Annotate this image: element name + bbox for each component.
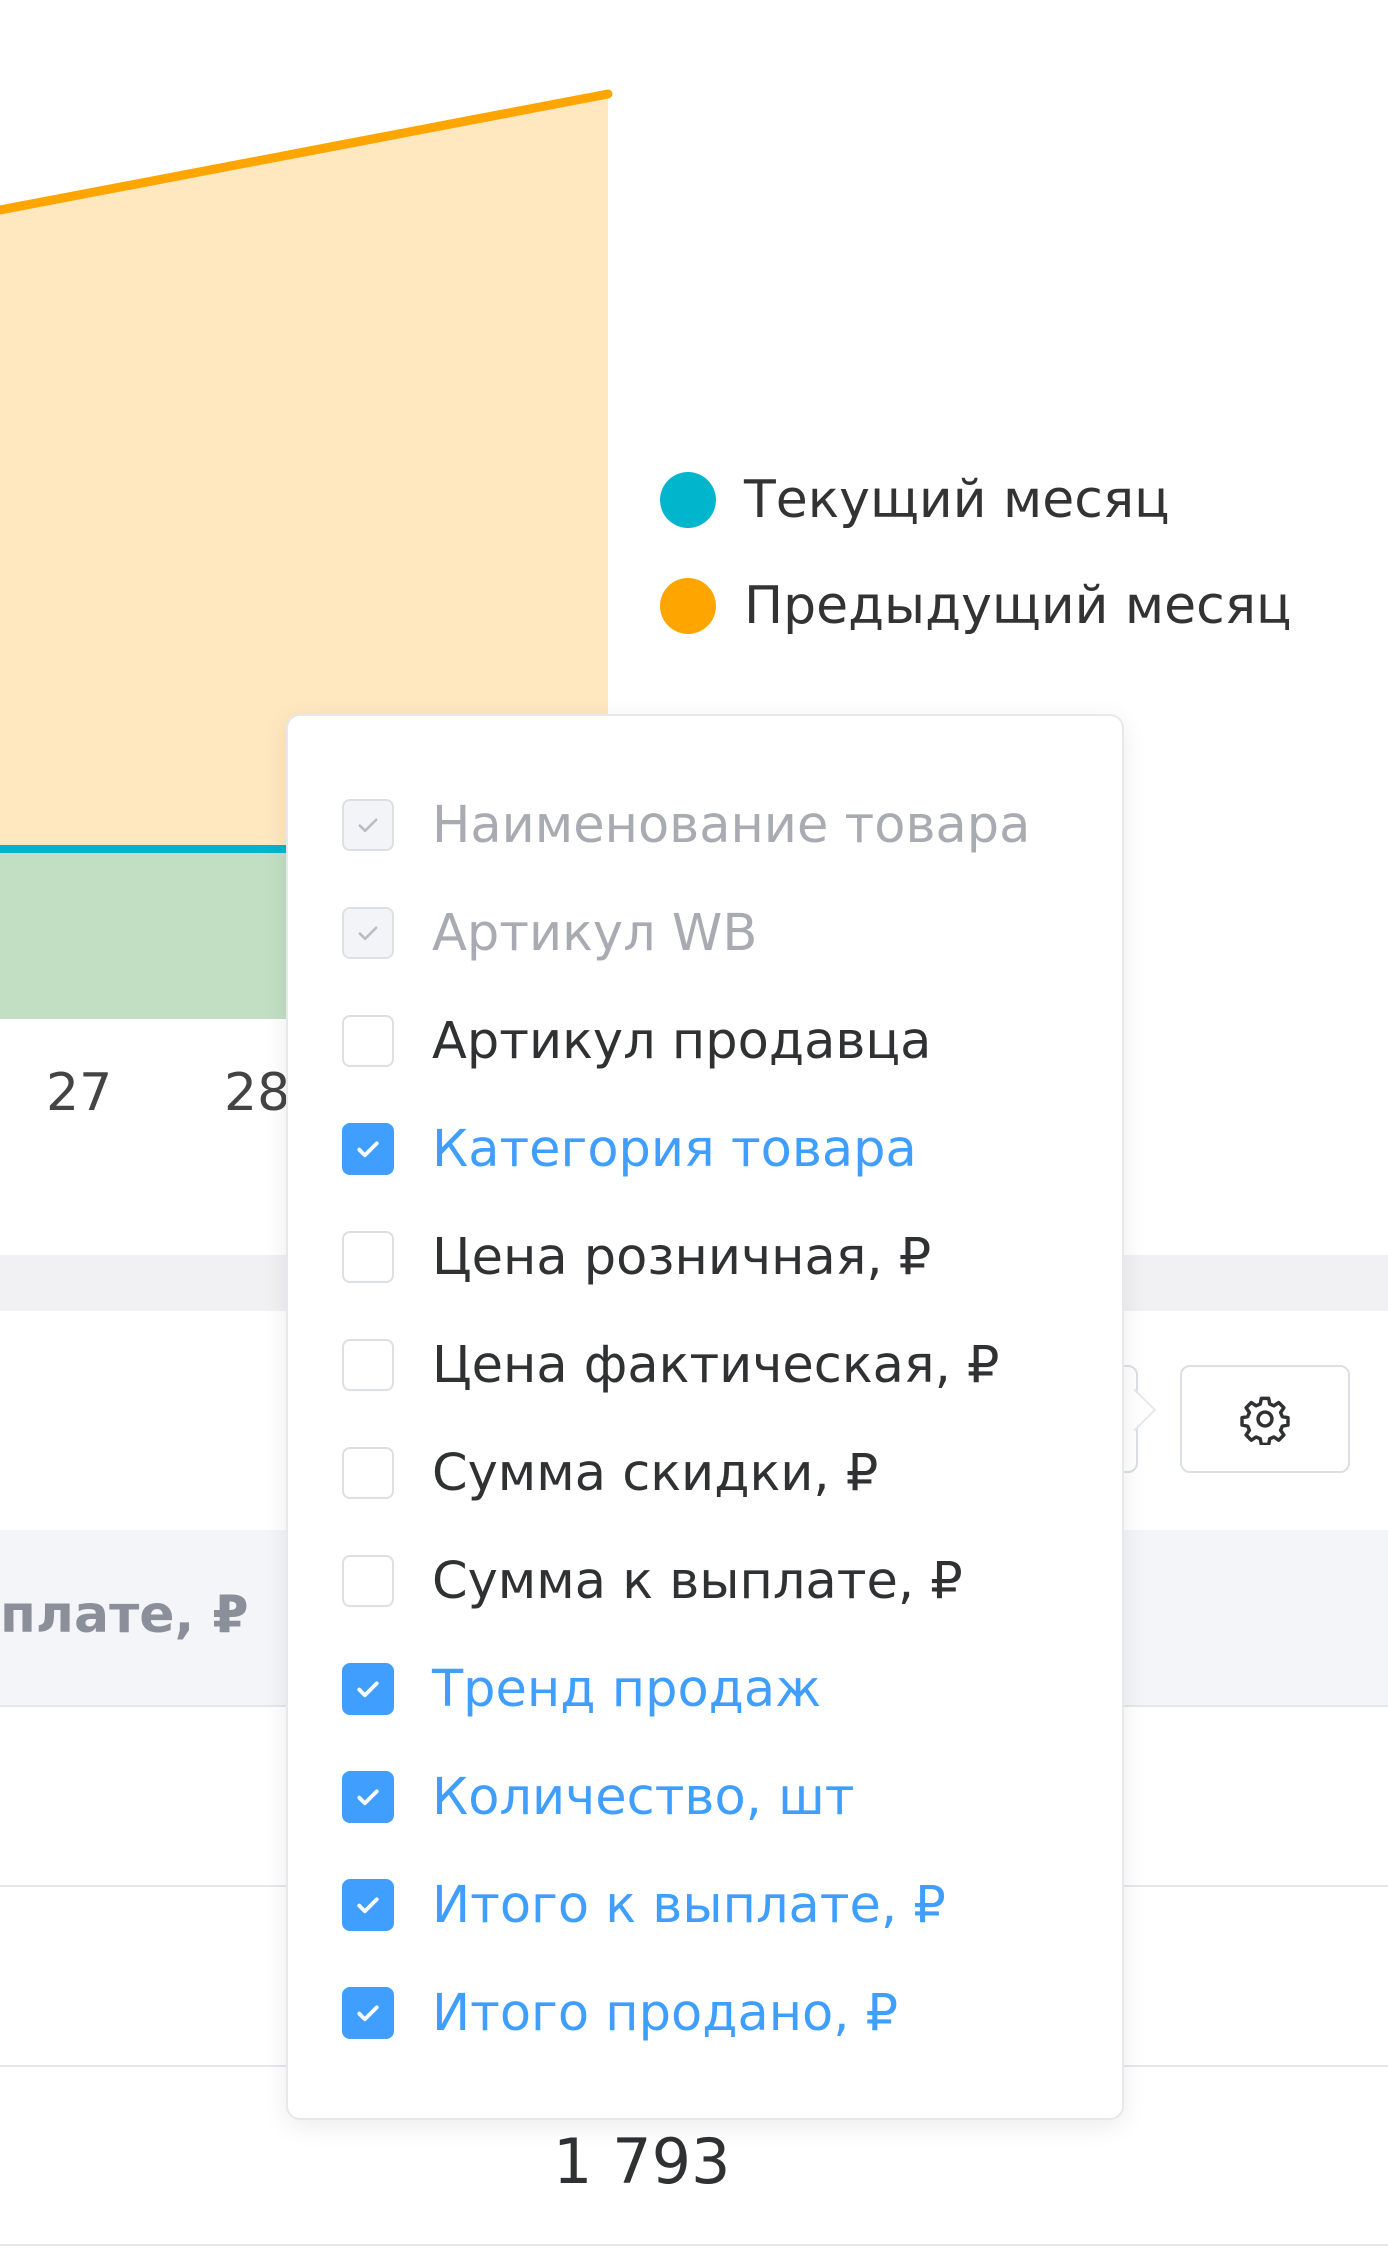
gear-icon	[1240, 1396, 1290, 1445]
legend-item-previous-month[interactable]: Предыдущий месяц	[660, 576, 1291, 636]
column-option-label: Итого продано, ₽	[432, 1983, 899, 2043]
column-header-payout[interactable]: плате, ₽	[0, 1585, 249, 1645]
legend-label-previous: Предыдущий месяц	[744, 576, 1292, 636]
checkbox-unchecked[interactable]	[342, 1015, 394, 1067]
column-option[interactable]: Сумма скидки, ₽	[342, 1438, 878, 1508]
checkbox-checked[interactable]	[342, 1663, 394, 1715]
check-icon	[357, 1141, 379, 1158]
column-option[interactable]: Сумма к выплате, ₽	[342, 1546, 963, 1616]
table-cell-value: 1 793	[553, 2125, 731, 2198]
column-option[interactable]: Итого к выплате, ₽	[342, 1870, 946, 1940]
column-option-label: Наименование товара	[432, 795, 1031, 855]
checkbox-unchecked[interactable]	[342, 1555, 394, 1607]
x-tick-label: 28	[224, 1063, 291, 1123]
check-icon	[357, 1789, 379, 1806]
column-settings-button[interactable]	[1180, 1365, 1350, 1473]
column-option[interactable]: Итого продано, ₽	[342, 1978, 898, 2048]
column-option[interactable]: Цена фактическая, ₽	[342, 1330, 999, 1400]
checkbox-unchecked[interactable]	[342, 1447, 394, 1499]
column-option-label: Тренд продаж	[432, 1659, 822, 1719]
legend-label-current: Текущий месяц	[744, 470, 1170, 530]
table-row-divider	[0, 2244, 1388, 2246]
checkbox-unchecked[interactable]	[342, 1339, 394, 1391]
check-icon	[358, 818, 378, 833]
column-option-label: Сумма к выплате, ₽	[432, 1551, 963, 1611]
legend-dot-previous-icon	[660, 578, 716, 634]
column-option-label: Количество, шт	[432, 1767, 855, 1827]
column-option[interactable]: Цена розничная, ₽	[342, 1222, 931, 1292]
column-option-label: Цена фактическая, ₽	[432, 1335, 1000, 1395]
column-option[interactable]: Тренд продаж	[342, 1654, 821, 1724]
column-option-label: Цена розничная, ₽	[432, 1227, 932, 1287]
column-option-label: Сумма скидки, ₽	[432, 1443, 879, 1503]
x-tick-label: 27	[46, 1063, 113, 1123]
legend-item-current-month[interactable]: Текущий месяц	[660, 470, 1170, 530]
checkbox-checked[interactable]	[342, 1987, 394, 2039]
column-settings-popover: Наименование товара Артикул WB Артикул про…	[286, 714, 1124, 2120]
column-option[interactable]: Артикул продавца	[342, 1006, 931, 1076]
check-icon	[358, 926, 378, 941]
checkbox-disabled	[342, 799, 394, 851]
checkbox-checked[interactable]	[342, 1879, 394, 1931]
column-option-label: Категория товара	[432, 1119, 917, 1179]
column-option-label: Артикул WB	[432, 903, 758, 963]
check-icon	[357, 2005, 379, 2022]
column-option: Наименование товара	[342, 790, 1030, 860]
column-option[interactable]: Категория товара	[342, 1114, 917, 1184]
column-option-label: Артикул продавца	[432, 1011, 932, 1071]
current-month-area	[0, 849, 290, 1019]
column-option-label: Итого к выплате, ₽	[432, 1875, 946, 1935]
checkbox-unchecked[interactable]	[342, 1231, 394, 1283]
checkbox-checked[interactable]	[342, 1771, 394, 1823]
column-option: Артикул WB	[342, 898, 757, 968]
checkbox-disabled	[342, 907, 394, 959]
checkbox-checked[interactable]	[342, 1123, 394, 1175]
check-icon	[357, 1897, 379, 1914]
check-icon	[357, 1681, 379, 1698]
column-option[interactable]: Количество, шт	[342, 1762, 854, 1832]
legend-dot-current-icon	[660, 472, 716, 528]
